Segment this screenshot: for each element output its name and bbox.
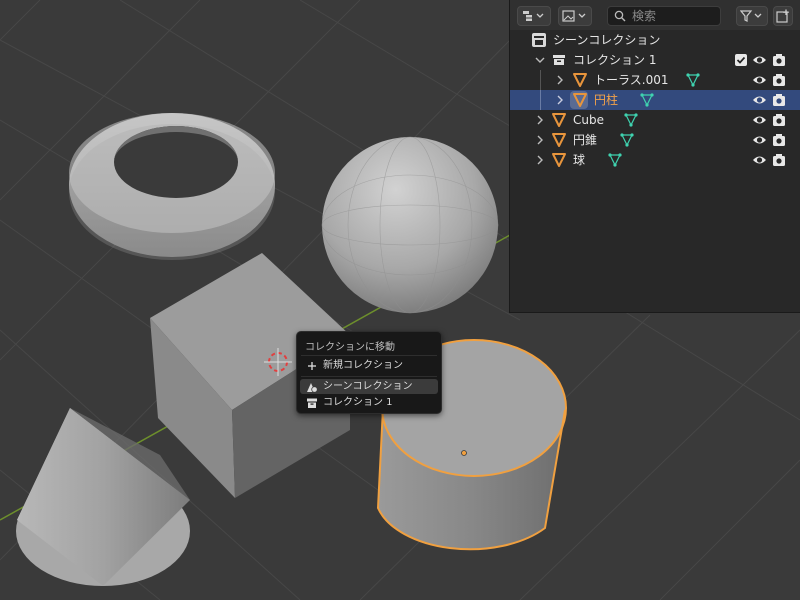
object-icon xyxy=(573,73,587,87)
exclude-checkbox[interactable] xyxy=(735,54,747,66)
outliner-row-torus[interactable]: トーラス.001 xyxy=(510,70,800,90)
collection-icon xyxy=(553,55,565,65)
eye-icon[interactable] xyxy=(752,153,767,167)
row-label: 円柱 xyxy=(594,93,619,107)
eye-icon[interactable] xyxy=(752,73,767,87)
chevron-right-icon[interactable] xyxy=(554,94,566,106)
outliner-row-collection-1[interactable]: コレクション 1 xyxy=(510,50,800,70)
mesh-data-icon[interactable] xyxy=(624,113,638,127)
camera-icon[interactable] xyxy=(772,53,786,67)
sphere-object xyxy=(321,136,499,314)
mesh-data-icon[interactable] xyxy=(608,153,622,167)
chevron-right-icon[interactable] xyxy=(534,154,546,166)
camera-icon[interactable] xyxy=(772,113,786,127)
collection-icon xyxy=(307,398,317,408)
outliner-row-scene-collection[interactable]: シーンコレクション xyxy=(510,30,800,50)
object-icon xyxy=(573,93,587,107)
chevron-right-icon[interactable] xyxy=(534,114,546,126)
eye-icon[interactable] xyxy=(752,53,767,67)
display-mode-button[interactable] xyxy=(517,6,551,26)
outliner-tree-icon xyxy=(523,11,544,21)
camera-icon[interactable] xyxy=(772,133,786,147)
row-label: トーラス.001 xyxy=(594,73,669,87)
new-collection-button[interactable] xyxy=(773,6,793,26)
search-icon xyxy=(614,10,626,22)
eye-icon[interactable] xyxy=(752,133,767,147)
menu-divider xyxy=(301,355,437,356)
chevron-down-icon[interactable] xyxy=(534,54,546,66)
filter-button[interactable] xyxy=(736,6,768,26)
menu-item-label: シーンコレクション xyxy=(323,381,413,392)
search-input[interactable] xyxy=(632,9,714,23)
row-label: シーンコレクション xyxy=(553,33,661,47)
search-field[interactable] xyxy=(607,6,721,26)
object-icon xyxy=(552,113,566,127)
eye-icon[interactable] xyxy=(752,113,767,127)
scene-collection-icon xyxy=(532,33,546,47)
menu-title: コレクションに移動 xyxy=(305,342,395,353)
menu-item-label: コレクション 1 xyxy=(323,397,393,408)
row-label: Cube xyxy=(573,113,604,127)
cone-object xyxy=(16,408,190,586)
menu-item-scene-collection[interactable]: シーンコレクション xyxy=(300,379,438,394)
new-collection-icon xyxy=(776,9,789,23)
outliner-row-cube[interactable]: Cube xyxy=(510,110,800,130)
move-to-collection-menu: コレクションに移動 新規コレクション シーンコレクション コレクション 1 xyxy=(296,331,442,414)
outliner-header xyxy=(510,0,800,30)
mesh-data-icon[interactable] xyxy=(640,93,654,107)
mesh-data-icon[interactable] xyxy=(686,73,700,87)
camera-icon[interactable] xyxy=(772,93,786,107)
chevron-right-icon[interactable] xyxy=(554,74,566,86)
outliner-panel: シーンコレクション コレクション 1 トーラス.001 xyxy=(509,0,800,313)
camera-icon[interactable] xyxy=(772,73,786,87)
object-icon xyxy=(552,133,566,147)
row-label: 円錐 xyxy=(573,133,598,147)
outliner-row-sphere[interactable]: 球 xyxy=(510,150,800,170)
menu-item-new-collection[interactable]: 新規コレクション xyxy=(300,358,438,373)
funnel-icon xyxy=(740,10,762,22)
torus-object xyxy=(69,113,275,260)
plus-icon xyxy=(308,362,316,370)
chevron-right-icon[interactable] xyxy=(534,134,546,146)
row-label: 球 xyxy=(573,153,586,167)
filter-view-button[interactable] xyxy=(558,6,592,26)
row-label: コレクション 1 xyxy=(573,53,657,67)
menu-divider xyxy=(301,376,437,377)
scene-collection-icon xyxy=(307,383,318,393)
image-icon xyxy=(562,10,586,22)
mesh-data-icon[interactable] xyxy=(620,133,634,147)
object-icon xyxy=(552,153,566,167)
outliner-row-cone[interactable]: 円錐 xyxy=(510,130,800,150)
menu-item-collection-1[interactable]: コレクション 1 xyxy=(300,395,438,410)
outliner-row-cylinder[interactable]: 円柱 xyxy=(510,90,800,110)
menu-item-label: 新規コレクション xyxy=(323,360,403,371)
camera-icon[interactable] xyxy=(772,153,786,167)
eye-icon[interactable] xyxy=(752,93,767,107)
